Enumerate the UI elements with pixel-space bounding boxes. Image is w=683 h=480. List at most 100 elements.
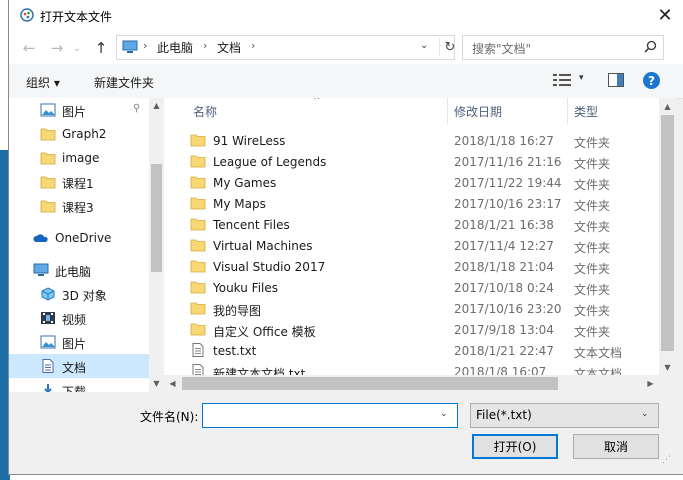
pin-icon[interactable]: ⚲: [133, 103, 140, 114]
folder-icon: [40, 175, 56, 189]
refresh-button[interactable]: ↻: [439, 38, 457, 56]
file-row[interactable]: 我的导图 2017/10/16 23:20 文件夹: [164, 298, 659, 319]
folder-icon: [190, 196, 206, 210]
folder-icon: [190, 175, 206, 189]
file-modified-date: 2017/10/16 23:20: [454, 302, 562, 316]
close-icon: ✕: [657, 5, 673, 26]
file-name: 新建文本文档.txt: [213, 367, 306, 375]
sidebar-item[interactable]: 此电脑: [9, 258, 149, 282]
filename-field[interactable]: ⌄: [202, 403, 458, 428]
search-placeholder: 搜索"文档": [472, 42, 532, 56]
file-row[interactable]: Visual Studio 2017 2018/1/18 21:04 文件夹: [164, 256, 659, 277]
sidebar-item[interactable]: 文档: [9, 354, 149, 378]
open-button-label: 打开(O): [493, 440, 537, 454]
file-row[interactable]: 自定义 Office 模板 2017/9/18 13:04 文件夹: [164, 319, 659, 340]
organize-button[interactable]: 组织 ▾: [26, 74, 60, 91]
folder-icon: [190, 133, 206, 147]
sidebar-item[interactable]: 视频: [9, 306, 149, 330]
file-list-horizontal-scrollbar[interactable]: ◀ ▶: [164, 375, 659, 392]
file-type: 文件夹: [574, 199, 611, 213]
sidebar-item-label: 视频: [62, 313, 87, 327]
scroll-right-icon[interactable]: ▶: [642, 375, 659, 392]
sidebar-item[interactable]: image: [9, 146, 149, 170]
file-modified-date: 2018/1/8 16:07: [454, 365, 547, 375]
column-header-modified-label: 修改日期: [454, 104, 503, 119]
column-header-type[interactable]: 类型: [574, 98, 654, 124]
scroll-up-icon[interactable]: ▲: [149, 98, 164, 112]
horizontal-scroll-thumb[interactable]: [182, 377, 558, 390]
navigation-scrollbar[interactable]: ▲ ▼: [149, 98, 164, 392]
file-row[interactable]: 91 WireLess 2018/1/18 16:27 文件夹: [164, 130, 659, 151]
close-button[interactable]: ✕: [646, 0, 683, 31]
forward-arrow-icon: →: [50, 39, 64, 57]
chevron-down-icon[interactable]: ⌄: [440, 409, 448, 419]
file-modified-date: 2017/11/4 12:27: [454, 239, 554, 253]
file-modified-date: 2017/10/18 0:24: [454, 281, 554, 295]
sidebar-item[interactable]: 课程3: [9, 194, 149, 218]
cancel-button[interactable]: 取消: [573, 434, 659, 459]
help-button[interactable]: ?: [643, 72, 660, 89]
back-button[interactable]: ←: [19, 38, 39, 58]
sidebar-item[interactable]: OneDrive: [9, 226, 149, 250]
window-title: 打开文本文件: [40, 10, 113, 24]
address-history-dropdown[interactable]: ⌄: [420, 40, 428, 51]
view-dropdown-button[interactable]: ▾: [579, 73, 584, 83]
column-header-modified[interactable]: 修改日期: [454, 98, 564, 124]
pictures-icon: [40, 335, 56, 349]
file-type: 文件夹: [574, 136, 611, 150]
address-bar[interactable]: › 此电脑 › 文档 › ⌄ ↻: [116, 35, 455, 60]
scroll-down-icon[interactable]: ▼: [659, 359, 676, 375]
3d-objects-icon: [40, 287, 56, 301]
file-modified-date: 2018/1/21 16:38: [454, 218, 554, 232]
documents-icon: [40, 359, 56, 373]
file-row[interactable]: test.txt 2018/1/21 22:47 文本文档: [164, 340, 659, 361]
file-type: 文件夹: [574, 241, 611, 255]
sidebar-item-label: 图片: [62, 337, 87, 351]
sidebar-item[interactable]: 3D 对象: [9, 282, 149, 306]
file-type-select[interactable]: File(*.txt) ⌄: [470, 403, 659, 428]
breadcrumb-this-pc[interactable]: 此电脑: [157, 39, 193, 56]
file-modified-date: 2018/1/18 21:04: [454, 260, 554, 274]
open-button[interactable]: 打开(O): [472, 434, 558, 459]
resize-grip-icon[interactable]: ⋰: [662, 455, 676, 469]
forward-button[interactable]: →: [47, 38, 67, 58]
sidebar-item[interactable]: 下载: [9, 378, 149, 392]
file-row[interactable]: Tencent Files 2018/1/21 16:38 文件夹: [164, 214, 659, 235]
search-input[interactable]: 搜索"文档": [462, 35, 664, 60]
new-folder-button[interactable]: 新建文件夹: [94, 74, 154, 91]
filename-label: 文件名(N):: [140, 410, 199, 424]
file-row[interactable]: My Maps 2017/10/16 23:17 文件夹: [164, 193, 659, 214]
help-icon: ?: [648, 73, 655, 88]
sidebar-item[interactable]: 图片: [9, 330, 149, 354]
onedrive-icon: [33, 231, 49, 245]
scroll-up-icon[interactable]: ▲: [659, 98, 676, 114]
column-divider[interactable]: [567, 98, 568, 124]
sidebar-item[interactable]: Graph2: [9, 122, 149, 146]
navigation-scroll-thumb[interactable]: [151, 164, 162, 272]
sidebar-item-label: Graph2: [62, 127, 107, 141]
file-row[interactable]: My Games 2017/11/22 19:44 文件夹: [164, 172, 659, 193]
scroll-left-icon[interactable]: ◀: [164, 375, 181, 392]
file-name: test.txt: [213, 344, 257, 358]
file-type: 文本文档: [574, 346, 623, 360]
vertical-scroll-thumb[interactable]: [661, 115, 674, 351]
sidebar-item[interactable]: 图片 ⚲: [9, 98, 149, 122]
view-options-icon[interactable]: [553, 74, 571, 86]
sidebar-item[interactable]: 课程1: [9, 170, 149, 194]
sidebar-item-label: 课程1: [62, 177, 94, 191]
file-list-vertical-scrollbar[interactable]: ▲ ▼: [659, 98, 676, 375]
recent-locations-button[interactable]: ⌄: [71, 38, 83, 58]
preview-pane-icon[interactable]: [608, 73, 624, 87]
cancel-button-label: 取消: [603, 440, 628, 454]
up-button[interactable]: ↑: [91, 38, 111, 58]
file-row[interactable]: League of Legends 2017/11/16 21:16 文件夹: [164, 151, 659, 172]
sidebar-item-label: 3D 对象: [62, 289, 107, 303]
file-row[interactable]: Youku Files 2017/10/18 0:24 文件夹: [164, 277, 659, 298]
file-row[interactable]: Virtual Machines 2017/11/4 12:27 文件夹: [164, 235, 659, 256]
scroll-down-icon[interactable]: ▼: [149, 376, 164, 390]
breadcrumb-documents[interactable]: 文档: [217, 39, 241, 56]
this-pc-icon: [122, 40, 138, 53]
pictures-icon: [40, 103, 56, 117]
file-row[interactable]: 新建文本文档.txt 2018/1/8 16:07 文本文档: [164, 361, 659, 375]
column-divider[interactable]: [447, 98, 448, 124]
